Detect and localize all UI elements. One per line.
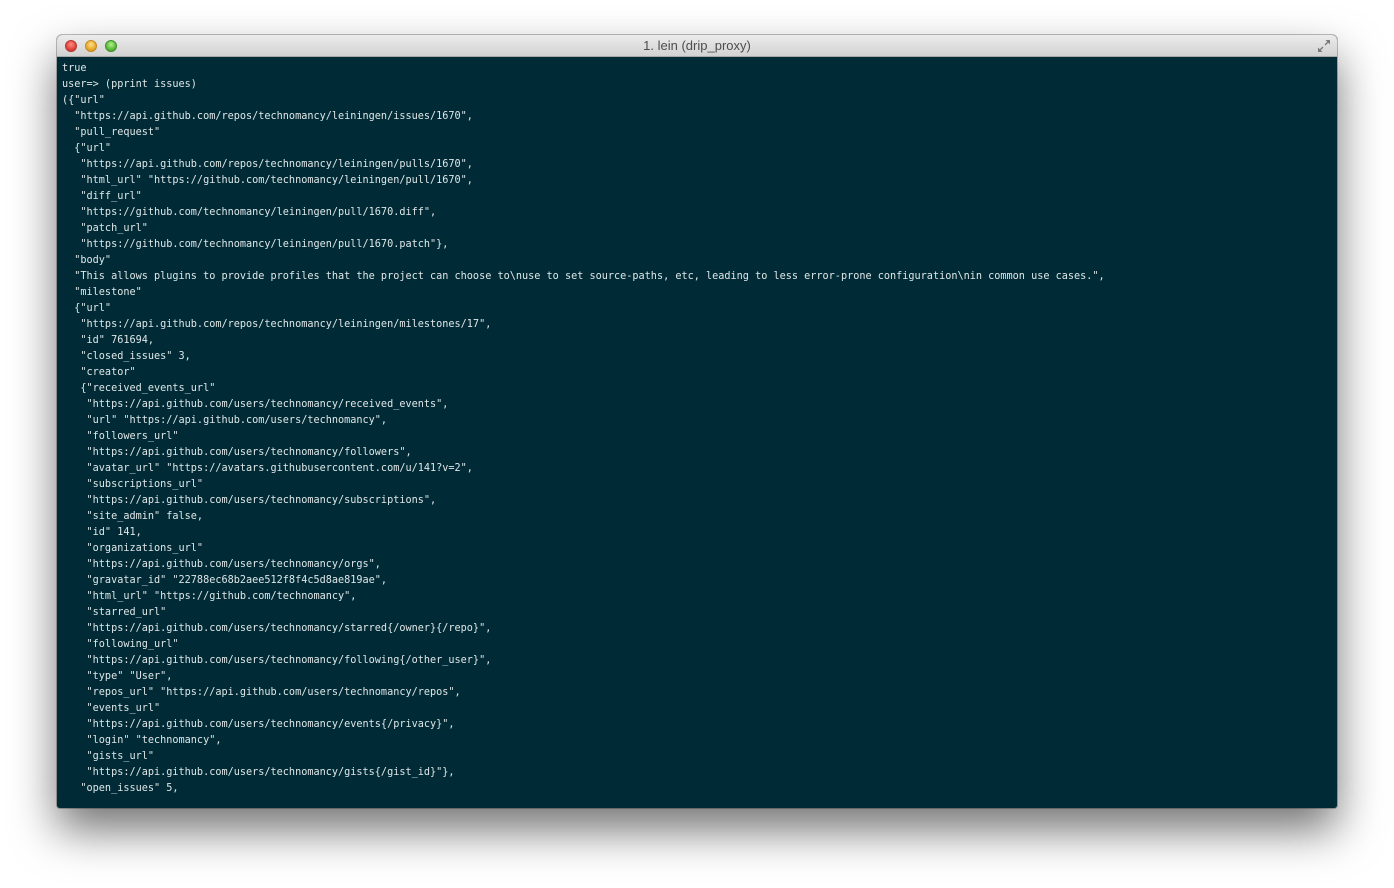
terminal-line: "https://api.github.com/users/technomanc… [62, 447, 412, 458]
terminal-line: "https://api.github.com/users/technomanc… [62, 655, 492, 666]
terminal-line: "pull_request" [62, 127, 161, 138]
terminal-output[interactable]: true user=> (pprint issues) ({"url" "https… [57, 57, 1337, 808]
terminal-line: "https://github.com/technomancy/leininge… [62, 239, 449, 250]
terminal-line: "starred_url" [62, 607, 167, 618]
terminal-line: "https://api.github.com/repos/technomanc… [62, 111, 473, 122]
terminal-line: "login" "technomancy", [62, 735, 222, 746]
terminal-line: "patch_url" [62, 223, 148, 234]
terminal-line: "https://api.github.com/users/technomanc… [62, 399, 449, 410]
terminal-line: "diff_url" [62, 191, 142, 202]
terminal-line: true [62, 63, 87, 74]
terminal-line: {"url" [62, 303, 112, 314]
terminal-line: "gists_url" [62, 751, 155, 762]
terminal-line: "milestone" [62, 287, 142, 298]
terminal-line: "id" 761694, [62, 335, 155, 346]
terminal-line: "https://api.github.com/users/technomanc… [62, 495, 437, 506]
title-bar[interactable]: 1. lein (drip_proxy) [57, 35, 1337, 57]
terminal-line: "open_issues" 5, [62, 783, 179, 794]
terminal-line: "https://api.github.com/repos/technomanc… [62, 159, 473, 170]
terminal-line: "url" "https://api.github.com/users/tech… [62, 415, 388, 426]
terminal-line: "following_url" [62, 639, 179, 650]
fullscreen-arrows-icon[interactable] [1317, 39, 1331, 53]
window-title: 1. lein (drip_proxy) [643, 38, 751, 53]
terminal-line: "events_url" [62, 703, 161, 714]
terminal-line: "subscriptions_url" [62, 479, 204, 490]
terminal-line: "https://api.github.com/users/technomanc… [62, 767, 455, 778]
terminal-line: "repos_url" "https://api.github.com/user… [62, 687, 461, 698]
terminal-line: "html_url" "https://github.com/technoman… [62, 591, 357, 602]
terminal-line: "organizations_url" [62, 543, 204, 554]
terminal-line: "site_admin" false, [62, 511, 204, 522]
terminal-line: ({"url" [62, 95, 105, 106]
terminal-line: "html_url" "https://github.com/technoman… [62, 175, 473, 186]
terminal-line: "gravatar_id" "22788ec68b2aee512f8f4c5d8… [62, 575, 388, 586]
terminal-line: "id" 141, [62, 527, 142, 538]
terminal-line: "https://api.github.com/users/technomanc… [62, 719, 455, 730]
terminal-line: "creator" [62, 367, 136, 378]
terminal-line: "type" "User", [62, 671, 173, 682]
terminal-line: "body" [62, 255, 112, 266]
terminal-line: "https://api.github.com/users/technomanc… [62, 559, 381, 570]
terminal-line: "This allows plugins to provide profiles… [62, 271, 1105, 282]
terminal-line: "avatar_url" "https://avatars.githubuser… [62, 463, 473, 474]
terminal-line: "https://github.com/technomancy/leininge… [62, 207, 437, 218]
terminal-line: user=> (pprint issues) [62, 79, 197, 90]
terminal-window: 1. lein (drip_proxy) true user=> (pprint … [57, 35, 1337, 808]
terminal-line: "https://api.github.com/repos/technomanc… [62, 319, 492, 330]
terminal-line: {"url" [62, 143, 112, 154]
terminal-line: "https://api.github.com/users/technomanc… [62, 623, 492, 634]
terminal-line: "followers_url" [62, 431, 179, 442]
terminal-line: "closed_issues" 3, [62, 351, 191, 362]
terminal-line: {"received_events_url" [62, 383, 216, 394]
